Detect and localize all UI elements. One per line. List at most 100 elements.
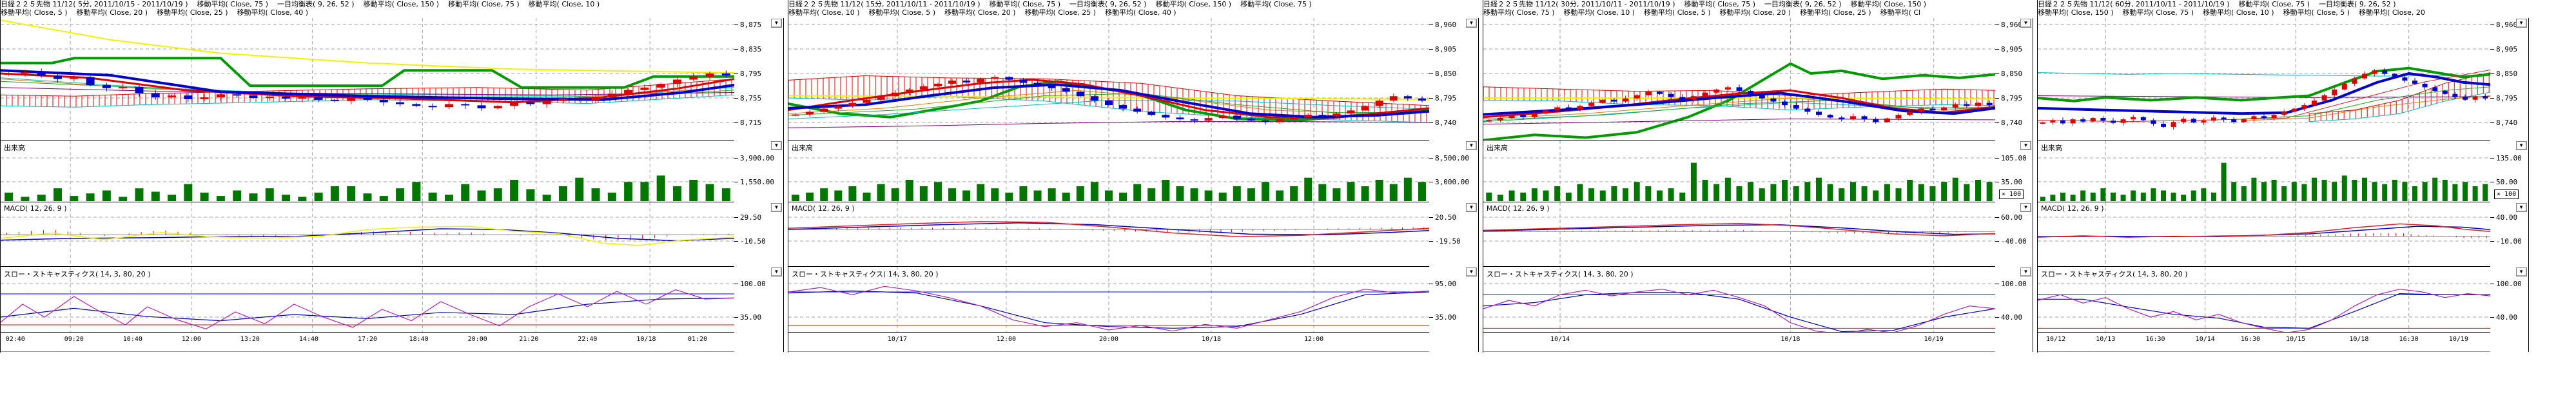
volume-pane[interactable]: 出来高: [1483, 140, 1995, 202]
time-tick-label: 02:40: [6, 336, 25, 343]
macd-chart: [788, 202, 1429, 267]
panel-body: 出来高 MACD( 12, 26, 9 ) スロー・ストキャスティクス( 14,…: [2038, 18, 2576, 352]
time-tick-label: 10/19: [2449, 336, 2468, 343]
volume-pane-label: 出来高: [1487, 142, 1508, 153]
volume-pane-menu-button[interactable]: ▼: [2020, 141, 2031, 150]
price-axis-label: 8,795: [2490, 94, 2517, 102]
volume-chart: [788, 140, 1429, 202]
panel-body: 出来高 MACD( 12, 26, 9 ) スロー・ストキャスティクス( 14,…: [788, 18, 1479, 352]
stoch-axis-label: 40.00: [2490, 313, 2517, 321]
macd-pane-menu-button[interactable]: ▼: [1466, 203, 1477, 212]
plot-column: 出来高 MACD( 12, 26, 9 ) スロー・ストキャスティクス( 14,…: [1483, 18, 1995, 352]
stochastics-pane[interactable]: スロー・ストキャスティクス( 14, 3, 80, 20 ): [1, 267, 734, 333]
volume-pane[interactable]: 出来高: [1, 140, 734, 202]
value-axis-column: 8,9608,9058,8508,7958,740135.0050.0040.0…: [2490, 18, 2529, 352]
volume-axis-label: 135.00: [2490, 154, 2522, 162]
stoch-pane-menu-button[interactable]: ▼: [2020, 267, 2031, 276]
panel-indicator-list: 移動平均( Close, 5 ) 移動平均( Close, 20 ) 移動平均(…: [1, 8, 784, 17]
panel-body: 出来高 MACD( 12, 26, 9 ) スロー・ストキャスティクス( 14,…: [1483, 18, 2033, 352]
value-axis-column: 8,8758,8358,7958,7558,7153,900.001,550.0…: [734, 18, 784, 352]
volume-axis-label: 35.00: [1995, 178, 2022, 186]
time-tick-label: 10/18: [1202, 336, 1221, 343]
macd-pane-menu-button[interactable]: ▼: [2020, 203, 2031, 212]
chart-panel: 日経２２５先物 11/12( 60分, 2011/10/11 - 2011/10…: [2037, 0, 2576, 353]
volume-axis-label: 105.00: [1995, 154, 2027, 162]
stochastics-pane[interactable]: スロー・ストキャスティクス( 14, 3, 80, 20 ): [788, 267, 1429, 333]
volume-pane[interactable]: 出来高: [2038, 140, 2490, 202]
volume-pane-menu-button[interactable]: ▼: [1466, 141, 1477, 150]
macd-pane-menu-button[interactable]: ▼: [771, 203, 782, 212]
stochastics-pane[interactable]: スロー・ストキャスティクス( 14, 3, 80, 20 ): [2038, 267, 2490, 333]
stoch-axis-label: 35.00: [734, 313, 761, 321]
price-axis-label: 8,905: [1429, 45, 1456, 53]
time-tick-label: 16:30: [2241, 336, 2260, 343]
time-axis: 10/1410/1810/19: [1483, 333, 1995, 352]
macd-pane-label: MACD( 12, 26, 9 ): [4, 204, 67, 213]
macd-axis-label: -10.00: [2490, 237, 2522, 245]
panel-indicator-list: 移動平均( Close, 150 ) 移動平均( Close, 75 ) 移動平…: [2038, 8, 2576, 17]
time-tick-label: 10/17: [888, 336, 907, 343]
volume-pane-label: 出来高: [4, 142, 25, 153]
price-pane-menu-button[interactable]: ▼: [1466, 19, 1477, 28]
macd-pane-label: MACD( 12, 26, 9 ): [792, 204, 855, 213]
price-pane[interactable]: [1, 18, 734, 140]
volume-pane-label: 出来高: [792, 142, 813, 153]
price-axis-label: 8,875: [734, 21, 761, 28]
macd-pane[interactable]: MACD( 12, 26, 9 ): [788, 202, 1429, 267]
stoch-pane-menu-button[interactable]: ▼: [771, 267, 782, 276]
macd-pane[interactable]: MACD( 12, 26, 9 ): [1483, 202, 1995, 267]
volume-pane-menu-button[interactable]: ▼: [2516, 141, 2527, 150]
plot-column: 出来高 MACD( 12, 26, 9 ) スロー・ストキャスティクス( 14,…: [1, 18, 734, 352]
price-pane-menu-button[interactable]: ▼: [2020, 19, 2031, 28]
price-pane-menu-button[interactable]: ▼: [2516, 19, 2527, 28]
volume-pane-menu-button[interactable]: ▼: [771, 141, 782, 150]
panel-indicator-list: 移動平均( Close, 10 ) 移動平均( Close, 5 ) 移動平均(…: [788, 8, 1479, 17]
stoch-pane-menu-button[interactable]: ▼: [1466, 267, 1477, 276]
price-axis-label: 8,850: [1429, 70, 1456, 77]
macd-pane-label: MACD( 12, 26, 9 ): [2041, 204, 2104, 213]
stochastics-pane[interactable]: スロー・ストキャスティクス( 14, 3, 80, 20 ): [1483, 267, 1995, 333]
stoch-axis-label: 100.00: [1995, 280, 2027, 287]
price-pane[interactable]: [2038, 18, 2490, 140]
panel-title: 日経２２５先物 11/12( 60分, 2011/10/11 - 2011/10…: [2038, 0, 2576, 8]
stoch-pane-menu-button[interactable]: ▼: [2516, 267, 2527, 276]
time-tick-label: 20:00: [468, 336, 487, 343]
volume-pane[interactable]: 出来高: [788, 140, 1429, 202]
macd-pane[interactable]: MACD( 12, 26, 9 ): [2038, 202, 2490, 267]
price-axis-label: 8,740: [1429, 119, 1456, 126]
price-axis-label: 8,905: [2490, 45, 2517, 53]
time-tick-label: 13:20: [240, 336, 260, 343]
price-axis-label: 8,850: [1995, 70, 2022, 77]
chart-panel: 日経２２５先物 11/12( 5分, 2011/10/15 - 2011/10/…: [0, 0, 784, 353]
macd-chart: [2038, 202, 2490, 267]
time-tick-label: 10/14: [1550, 336, 1570, 343]
time-tick-label: 10/15: [2286, 336, 2305, 343]
price-pane-menu-button[interactable]: ▼: [771, 19, 782, 28]
price-pane[interactable]: [1483, 18, 1995, 140]
plot-column: 出来高 MACD( 12, 26, 9 ) スロー・ストキャスティクス( 14,…: [2038, 18, 2490, 352]
plot-column: 出来高 MACD( 12, 26, 9 ) スロー・ストキャスティクス( 14,…: [788, 18, 1429, 352]
time-tick-label: 12:00: [997, 336, 1016, 343]
price-axis-label: 8,835: [734, 45, 761, 53]
volume-pane-label: 出来高: [2041, 142, 2062, 153]
time-tick-label: 16:30: [2399, 336, 2419, 343]
price-pane[interactable]: [788, 18, 1429, 140]
macd-pane-label: MACD( 12, 26, 9 ): [1487, 204, 1550, 213]
macd-axis-label: -10.50: [734, 237, 766, 245]
time-tick-label: 16:30: [2145, 336, 2165, 343]
volume-axis-label: 3,000.00: [1429, 178, 1469, 186]
panel-header: 日経２２５先物 11/12( 15分, 2011/10/11 - 2011/10…: [788, 0, 1479, 18]
volume-chart: [2038, 140, 2490, 202]
macd-pane-menu-button[interactable]: ▼: [2516, 203, 2527, 212]
price-axis-label: 8,960: [1995, 21, 2022, 28]
macd-axis-label: -19.50: [1429, 237, 1461, 245]
volume-axis-label: 3,900.00: [734, 154, 774, 162]
price-chart: [2038, 18, 2490, 140]
stoch-axis-label: 40.00: [1995, 313, 2022, 321]
time-tick-label: 10/18: [2349, 336, 2368, 343]
time-tick-label: 10/14: [2196, 336, 2215, 343]
volume-unit-box: × 100: [2494, 189, 2519, 199]
time-tick-label: 10/12: [2046, 336, 2065, 343]
macd-pane[interactable]: MACD( 12, 26, 9 ): [1, 202, 734, 267]
chart-workspace: 日経２２５先物 11/12( 5分, 2011/10/15 - 2011/10/…: [0, 0, 2576, 397]
